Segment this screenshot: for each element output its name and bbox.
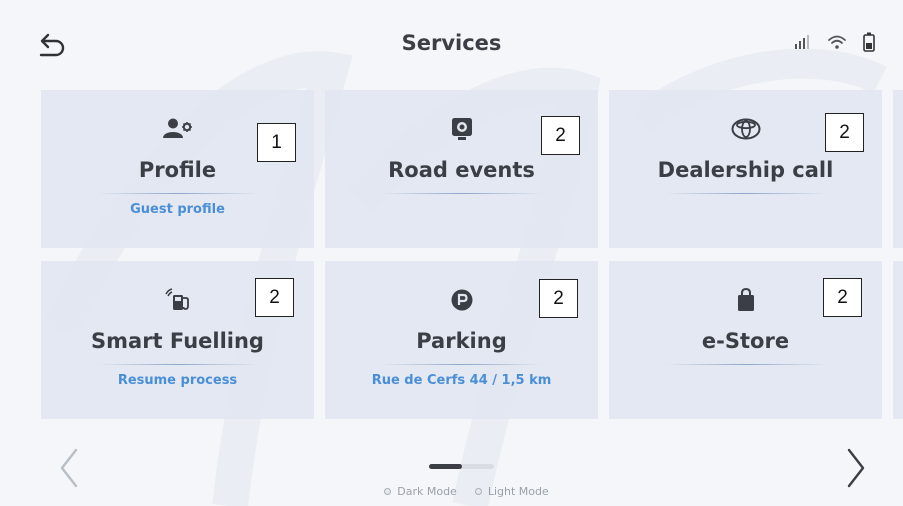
tile-subtitle: Guest profile <box>130 202 225 217</box>
tile-title: Road events <box>388 158 535 182</box>
page-indicator[interactable] <box>429 464 494 469</box>
tile-next-bottom-partial[interactable] <box>893 261 903 419</box>
tile-subtitle: Rue de Cerfs 44 / 1,5 km <box>371 373 552 388</box>
tile-e-store[interactable]: e-Store 2 <box>609 261 882 419</box>
marker-badge: 2 <box>823 278 862 317</box>
marker-badge: 2 <box>541 116 580 155</box>
marker-badge: 2 <box>255 278 294 317</box>
page-indicator-active <box>429 464 462 469</box>
dashcam-icon <box>451 118 472 140</box>
next-page-button[interactable] <box>836 448 876 488</box>
tile-title: Dealership call <box>657 158 834 182</box>
divider <box>97 364 258 365</box>
marker-badge: 2 <box>539 279 578 318</box>
wifi-icon <box>828 35 846 49</box>
tile-parking[interactable]: Parking Rue de Cerfs 44 / 1,5 km 2 <box>325 261 598 419</box>
dark-mode-option[interactable]: Dark Mode <box>384 485 457 498</box>
shopping-bag-icon <box>737 288 754 311</box>
parking-icon <box>451 289 472 311</box>
divider <box>97 193 258 194</box>
marker-badge: 2 <box>825 113 864 152</box>
toyota-logo-icon <box>731 118 760 140</box>
radio-dot-icon <box>384 488 392 495</box>
light-mode-label: Light Mode <box>487 485 549 498</box>
tile-smart-fuelling[interactable]: Smart Fuelling Resume process 2 <box>41 261 314 419</box>
tile-dealership-call[interactable]: Dealership call 2 <box>609 90 882 248</box>
tile-next-top-partial[interactable] <box>893 90 903 248</box>
tile-title: Smart Fuelling <box>91 329 264 353</box>
tile-title: Parking <box>416 329 507 353</box>
divider <box>665 364 826 365</box>
marker-badge: 1 <box>257 123 296 162</box>
divider <box>665 193 826 194</box>
tile-subtitle: Resume process <box>117 373 238 388</box>
mode-switch: Dark Mode Light Mode <box>0 485 903 498</box>
radio-dot-icon <box>474 488 482 495</box>
dark-mode-label: Dark Mode <box>397 485 457 498</box>
status-bar <box>795 32 875 52</box>
user-settings-icon <box>162 118 192 138</box>
light-mode-option[interactable]: Light Mode <box>474 485 549 498</box>
tile-profile[interactable]: Profile Guest profile 1 <box>41 90 314 248</box>
fuel-pump-icon <box>164 288 189 310</box>
header: Services <box>0 0 903 90</box>
signal-icon <box>795 35 809 49</box>
previous-page-button[interactable] <box>49 448 89 488</box>
page-title: Services <box>401 31 502 55</box>
battery-icon <box>863 32 875 52</box>
tile-title: e-Store <box>701 329 790 353</box>
chevron-right-icon <box>847 448 865 488</box>
divider <box>381 193 542 194</box>
tile-road-events[interactable]: Road events 2 <box>325 90 598 248</box>
divider <box>381 364 542 365</box>
chevron-left-icon <box>60 448 78 488</box>
